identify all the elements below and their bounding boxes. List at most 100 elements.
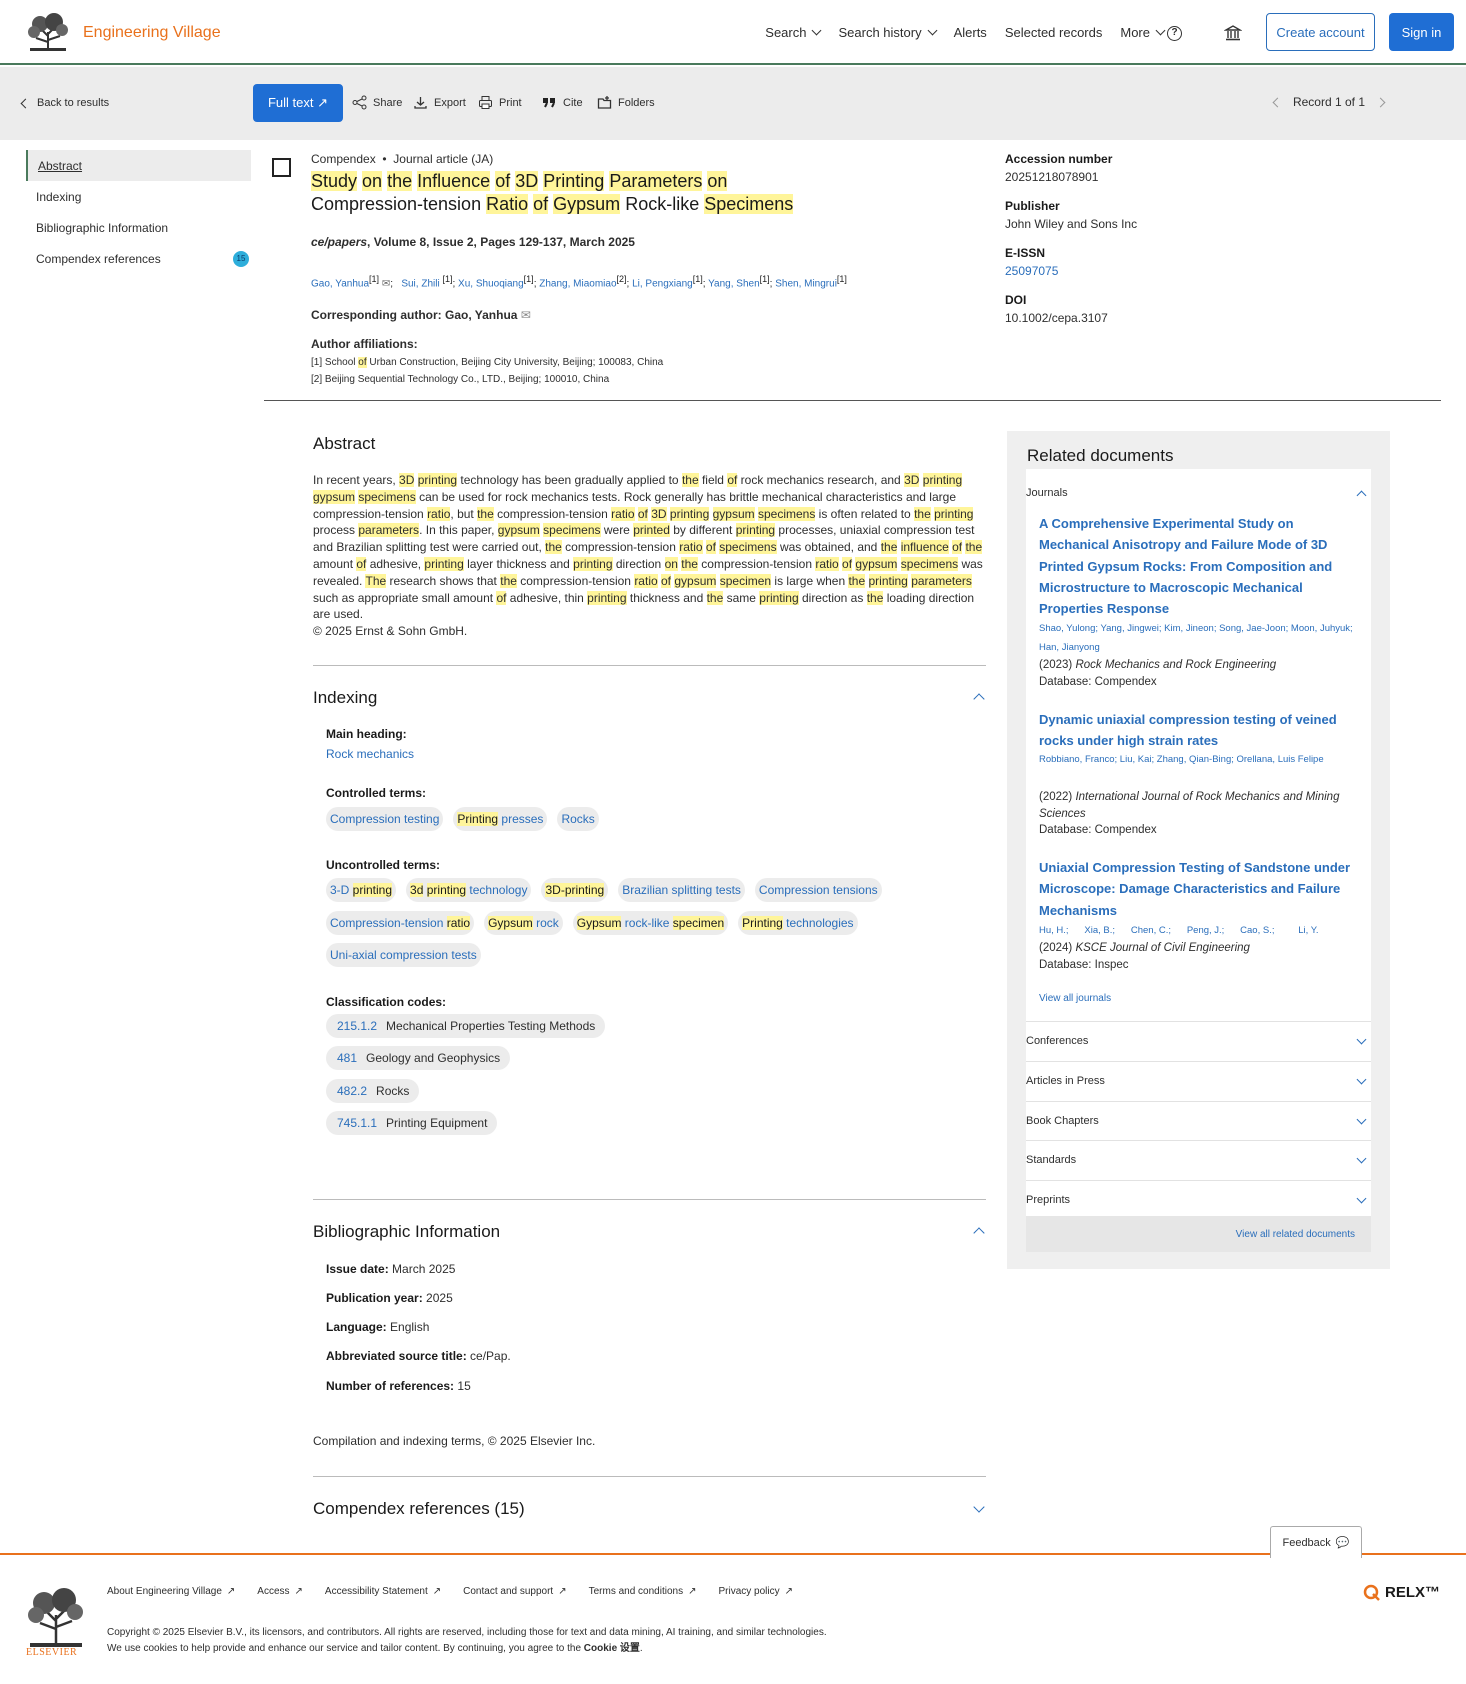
footer-link-about[interactable]: About Engineering Village ↗ bbox=[107, 1586, 235, 1597]
abstract-text: In recent years, 3D printing technology … bbox=[313, 473, 983, 639]
author-link[interactable]: Li, Pengxiang bbox=[632, 278, 693, 289]
classification-chip[interactable]: 482.2 Rocks bbox=[326, 1079, 420, 1103]
institution-icon[interactable] bbox=[1224, 24, 1242, 42]
term-chip[interactable]: Compression testing bbox=[326, 807, 444, 831]
related-doc-authors[interactable]: Robbiano, Franco; Liu, Kai; Zhang, Qian-… bbox=[1039, 750, 1359, 769]
term-chip[interactable]: Compression-tension ratio bbox=[326, 911, 475, 935]
term-chip[interactable]: Gypsum rock-like specimen bbox=[572, 911, 729, 935]
collapse-bibliographic-icon[interactable] bbox=[973, 1227, 985, 1239]
side-nav-abstract[interactable]: Abstract bbox=[26, 150, 251, 181]
related-doc-title[interactable]: Uniaxial Compression Testing of Sandston… bbox=[1039, 857, 1359, 921]
author-affiliation-ref: [1] bbox=[836, 274, 847, 284]
chevron-down-icon bbox=[1356, 1153, 1367, 1164]
help-icon[interactable]: ? bbox=[1167, 26, 1182, 41]
author-link[interactable]: Gao, Yanhua bbox=[311, 278, 369, 289]
term-chip[interactable]: Printing technologies bbox=[738, 911, 858, 935]
term-chip[interactable]: Brazilian splitting tests bbox=[618, 878, 745, 902]
bib-abbrev-title: Abbreviated source title: ce/Pap. bbox=[326, 1349, 511, 1363]
articles-in-press-accordion[interactable]: Articles in Press bbox=[1026, 1074, 1371, 1087]
document-title: Study on the Influence of 3D Printing Pa… bbox=[311, 171, 794, 214]
cookie-settings-link[interactable]: Cookie 设置 bbox=[584, 1643, 640, 1654]
full-text-button[interactable]: Full text ↗ bbox=[253, 84, 343, 122]
separator bbox=[1026, 1140, 1371, 1141]
standards-accordion[interactable]: Standards bbox=[1026, 1153, 1371, 1166]
category-label: Preprints bbox=[1026, 1194, 1071, 1206]
author-link[interactable]: Yang, Shen bbox=[708, 278, 760, 289]
related-doc-authors[interactable]: Shao, Yulong; Yang, Jingwei; Kim, Jineon… bbox=[1039, 619, 1359, 657]
share-button[interactable]: Share bbox=[352, 95, 402, 110]
footer-link-contact[interactable]: Contact and support ↗ bbox=[463, 1586, 566, 1597]
previous-record-icon[interactable] bbox=[1272, 97, 1283, 107]
related-doc-authors[interactable]: Hu, H.; Xia, B.; Chen, C.; Peng, J.; Cao… bbox=[1039, 921, 1359, 940]
export-button[interactable]: Export bbox=[413, 95, 466, 110]
view-all-related-link[interactable]: View all related documents bbox=[1236, 1229, 1355, 1240]
nav-alerts[interactable]: Alerts bbox=[954, 25, 987, 40]
term-chip[interactable]: 3d printing technology bbox=[406, 878, 532, 902]
cite-button[interactable]: Cite bbox=[542, 95, 583, 110]
conferences-accordion[interactable]: Conferences bbox=[1026, 1034, 1371, 1047]
compilation-note: Compilation and indexing terms, © 2025 E… bbox=[313, 1434, 596, 1448]
term-chip[interactable]: 3-D printing bbox=[326, 878, 397, 902]
footer-link-label: Privacy policy bbox=[718, 1586, 780, 1597]
journals-accordion[interactable]: Journals bbox=[1026, 487, 1371, 501]
author-link[interactable]: Zhang, Miaomiao bbox=[539, 278, 616, 289]
nav-more[interactable]: More bbox=[1120, 25, 1166, 40]
eissn-link[interactable]: 25097075 bbox=[1005, 264, 1058, 278]
print-button[interactable]: Print bbox=[478, 95, 522, 110]
record-metadata: Accession number 20251218078901 Publishe… bbox=[1005, 152, 1305, 340]
classification-name: Rocks bbox=[376, 1084, 410, 1098]
footer-link-access[interactable]: Access ↗ bbox=[257, 1586, 303, 1597]
back-to-results-link[interactable]: Back to results bbox=[20, 97, 109, 109]
references-heading[interactable]: Compendex references (15) bbox=[313, 1499, 525, 1519]
email-icon[interactable]: ✉ bbox=[521, 308, 531, 322]
book-chapters-accordion[interactable]: Book Chapters bbox=[1026, 1114, 1371, 1127]
side-nav-indexing[interactable]: Indexing bbox=[26, 181, 251, 212]
classification-code: 481 bbox=[337, 1051, 358, 1065]
brand-name[interactable]: Engineering Village bbox=[83, 24, 221, 42]
relx-logo[interactable]: RELX™ bbox=[1363, 1583, 1440, 1601]
classification-name: Geology and Geophysics bbox=[366, 1051, 501, 1065]
related-doc-title[interactable]: Dynamic uniaxial compression testing of … bbox=[1039, 709, 1359, 752]
folders-button[interactable]: Folders bbox=[597, 95, 655, 110]
term-chip[interactable]: Rocks bbox=[557, 807, 599, 831]
footer-link-terms[interactable]: Terms and conditions ↗ bbox=[589, 1586, 697, 1597]
side-nav-bibliographic[interactable]: Bibliographic Information bbox=[26, 212, 251, 243]
main-heading-link[interactable]: Rock mechanics bbox=[326, 747, 414, 761]
preprints-accordion[interactable]: Preprints bbox=[1026, 1193, 1371, 1206]
classification-chip[interactable]: 481 Geology and Geophysics bbox=[326, 1046, 511, 1070]
elsevier-tree-logo[interactable] bbox=[26, 1585, 86, 1649]
collapse-indexing-icon[interactable] bbox=[973, 693, 985, 705]
side-nav-references[interactable]: Compendex references 15 bbox=[26, 243, 251, 274]
footer-link-privacy[interactable]: Privacy policy ↗ bbox=[718, 1586, 793, 1597]
footer-link-accessibility[interactable]: Accessibility Statement ↗ bbox=[325, 1586, 441, 1597]
term-chip[interactable]: Printing presses bbox=[453, 807, 548, 831]
accession-number: 20251218078901 bbox=[1005, 170, 1099, 184]
term-chip[interactable]: Uni-axial compression tests bbox=[326, 943, 481, 967]
view-all-journals-link[interactable]: View all journals bbox=[1039, 993, 1111, 1004]
copyright-text: Copyright © 2025 Elsevier B.V., its lice… bbox=[107, 1627, 827, 1654]
create-account-button[interactable]: Create account bbox=[1266, 13, 1375, 51]
nav-selected-records[interactable]: Selected records bbox=[1005, 25, 1103, 40]
expand-references-icon[interactable] bbox=[973, 1501, 985, 1513]
related-doc-title[interactable]: A Comprehensive Experimental Study on Me… bbox=[1039, 513, 1359, 619]
nav-search-history-label: Search history bbox=[838, 25, 922, 40]
elsevier-tree-logo[interactable] bbox=[26, 12, 70, 52]
next-record-icon[interactable] bbox=[1375, 97, 1386, 107]
classification-chip[interactable]: 215.1.2 Mechanical Properties Testing Met… bbox=[326, 1014, 606, 1038]
nav-search-history[interactable]: Search history bbox=[838, 25, 938, 40]
select-record-checkbox[interactable] bbox=[272, 158, 291, 177]
classification-chip[interactable]: 745.1.1 Printing Equipment bbox=[326, 1111, 498, 1135]
author-link[interactable]: Shen, Mingrui bbox=[775, 278, 837, 289]
chat-bubble-icon: 💬 bbox=[1335, 1537, 1350, 1549]
term-chip[interactable]: Compression tensions bbox=[754, 878, 882, 902]
feedback-button[interactable]: Feedback 💬 bbox=[1270, 1526, 1362, 1558]
term-chip[interactable]: 3D-printing bbox=[541, 878, 609, 902]
page-footer: ELSEVIER About Engineering Village ↗ Acce… bbox=[0, 1553, 1466, 1684]
author-link[interactable]: Sui, Zhili bbox=[401, 278, 439, 289]
email-icon[interactable]: ✉ bbox=[382, 278, 390, 289]
nav-search[interactable]: Search bbox=[765, 25, 822, 40]
sign-in-button[interactable]: Sign in bbox=[1389, 13, 1454, 51]
author-link[interactable]: Xu, Shuoqiang bbox=[458, 278, 524, 289]
accession-block: Accession number 20251218078901 bbox=[1005, 152, 1305, 184]
term-chip[interactable]: Gypsum rock bbox=[484, 911, 563, 935]
